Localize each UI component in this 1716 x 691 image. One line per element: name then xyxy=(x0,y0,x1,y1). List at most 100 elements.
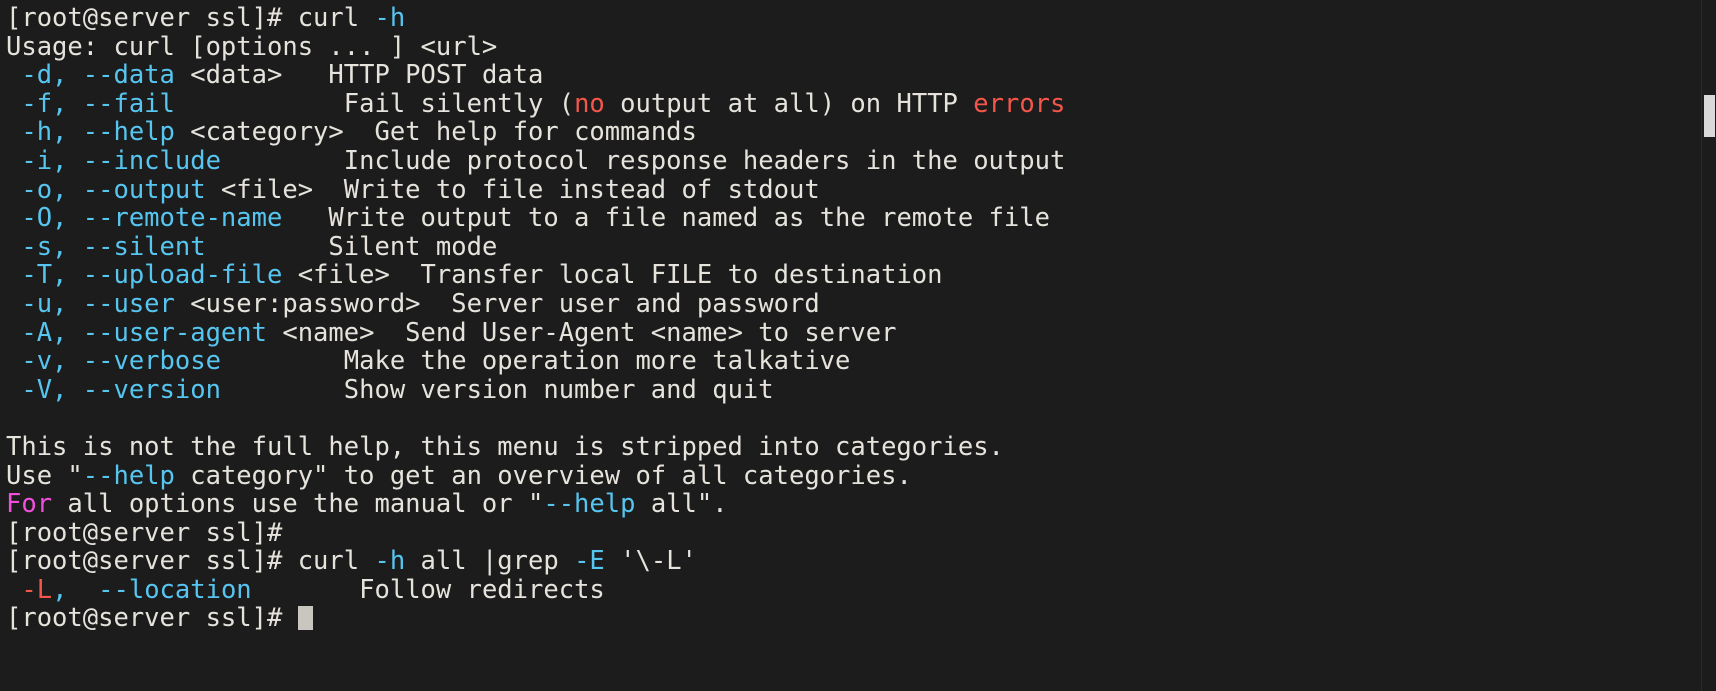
terminal-window[interactable]: [root@server ssl]# curl -h Usage: curl [… xyxy=(0,0,1716,691)
terminal-line-option-include: -i, --include Include protocol response … xyxy=(6,147,1716,176)
shell-prompt-2: [root@server ssl]# xyxy=(6,517,283,548)
note-use-b: category" to get an overview of all cate… xyxy=(174,460,912,491)
grep-pattern: '\-L' xyxy=(604,546,697,577)
desc-fail-a: Fail silently ( xyxy=(343,88,575,119)
terminal-line-option-help: -h, --help <category> Get help for comma… xyxy=(6,118,1716,147)
shell-prompt: [root@server ssl]# xyxy=(6,3,298,33)
terminal-line-option-data: -d, --data <data> HTTP POST data xyxy=(6,61,1716,90)
desc-output: Write to file instead of stdout xyxy=(343,174,820,205)
desc-fail-b: output at all) on HTTP xyxy=(604,88,974,119)
flag-h-2: -h xyxy=(374,546,406,577)
desc-include: Include protocol response headers in the… xyxy=(343,145,1066,176)
long-flag-fail: --fail xyxy=(82,88,175,119)
arg-file-upload: <file> xyxy=(282,260,421,291)
arg-category: <category> xyxy=(174,117,375,148)
terminal-line-option-remote-name: -O, --remote-name Write output to a file… xyxy=(6,204,1716,233)
terminal-line-option-user: -u, --user <user:password> Server user a… xyxy=(6,290,1716,319)
scrollbar-track[interactable] xyxy=(1701,0,1716,691)
note-for-b: all". xyxy=(635,489,728,520)
text-cursor xyxy=(297,606,313,631)
pad-fail xyxy=(175,89,344,119)
terminal-line-bare-prompt: [root@server ssl]# xyxy=(6,517,1716,548)
desc-user: Server user and password xyxy=(451,288,820,319)
short-flag-v: -v, xyxy=(6,346,83,377)
long-flag-silent: --silent xyxy=(82,231,206,262)
desc-silent: Silent mode xyxy=(328,231,498,262)
short-flag-o: -o, xyxy=(6,174,83,205)
terminal-line-command-curl-help: [root@server ssl]# curl -h xyxy=(6,4,1716,33)
desc-verbose: Make the operation more talkative xyxy=(343,346,851,377)
shell-prompt-3: [root@server ssl]# xyxy=(6,546,298,577)
arg-user-password: <user:password> xyxy=(174,288,452,319)
short-flag-A: -A, xyxy=(6,317,83,348)
short-flag-O: -O, xyxy=(6,203,83,234)
long-flag-user-agent: --user-agent xyxy=(82,317,267,348)
flag-h: -h xyxy=(374,3,406,33)
terminal-line-option-fail: -f, --fail Fail silently (no output at a… xyxy=(6,88,1716,119)
usage-text: Usage: curl [options ... ] <url> xyxy=(6,31,498,62)
highlight-errors: errors xyxy=(973,88,1066,119)
inline-flag-help-2: --help xyxy=(543,489,636,520)
short-flag-d: -d, xyxy=(6,60,83,91)
highlight-no: no xyxy=(574,88,605,119)
pad-include xyxy=(221,146,344,176)
indent-location xyxy=(6,575,21,605)
shell-prompt-4: [root@server ssl]# xyxy=(6,603,298,634)
desc-help: Get help for commands xyxy=(374,117,697,148)
short-flag-s: -s, xyxy=(6,231,83,262)
short-flag-u: -u, xyxy=(6,288,83,319)
long-flag-user: --user xyxy=(82,288,175,319)
pad-location xyxy=(252,575,359,605)
terminal-line-option-output: -o, --output <file> Write to file instea… xyxy=(6,174,1716,205)
long-flag-data: --data xyxy=(82,60,175,91)
terminal-line-option-verbose: -v, --verbose Make the operation more ta… xyxy=(6,347,1716,376)
terminal-line-note-use-help: Use "--help category" to get an overview… xyxy=(6,460,1716,491)
desc-user-agent: Send User-Agent <name> to server xyxy=(405,317,897,348)
terminal-line-usage: Usage: curl [options ... ] <url> xyxy=(6,31,1716,62)
arg-name: <name> xyxy=(267,317,406,348)
long-flag-verbose: --verbose xyxy=(82,346,221,377)
pad-remote-name xyxy=(282,203,328,233)
terminal-line-option-silent: -s, --silent Silent mode xyxy=(6,231,1716,262)
desc-remote-name: Write output to a file named as the remo… xyxy=(328,203,1050,234)
terminal-line-note-for-all: For all options use the manual or "--hel… xyxy=(6,490,1716,519)
arg-data: <data> xyxy=(174,60,329,91)
short-flag-V: -V, xyxy=(6,374,83,405)
terminal-line-option-user-agent: -A, --user-agent <name> Send User-Agent … xyxy=(6,317,1716,348)
terminal-line-option-upload-file: -T, --upload-file <file> Transfer local … xyxy=(6,261,1716,290)
short-flag-T: -T, xyxy=(6,260,83,291)
long-flag-output: --output xyxy=(82,174,206,205)
short-flag-i: -i, xyxy=(6,145,83,176)
highlight-for: For xyxy=(6,489,53,520)
scrollbar-top-cap xyxy=(1702,0,1716,2)
pad-version xyxy=(221,375,344,405)
comma-location: , xyxy=(52,574,99,605)
inline-flag-help-1: --help xyxy=(82,460,175,491)
scrollbar-thumb[interactable] xyxy=(1704,95,1715,137)
desc-upload-file: Transfer local FILE to destination xyxy=(420,260,943,291)
command-pipe-grep: all |grep xyxy=(405,546,575,577)
long-flag-location: --location xyxy=(98,574,252,605)
short-flag-f: -f, xyxy=(6,88,83,119)
arg-file-output: <file> xyxy=(205,174,344,205)
long-flag-upload-file: --upload-file xyxy=(82,260,283,291)
long-flag-version: --version xyxy=(82,374,221,405)
note-for-a: all options use the manual or " xyxy=(52,489,544,520)
desc-data: HTTP POST data xyxy=(328,60,544,91)
short-flag-L-match: -L xyxy=(21,574,53,605)
short-flag-h: -h, xyxy=(6,117,83,148)
pad-verbose xyxy=(221,346,344,376)
command-curl-2: curl xyxy=(297,546,375,577)
desc-location: Follow redirects xyxy=(359,574,605,605)
terminal-line-active-prompt[interactable]: [root@server ssl]# xyxy=(6,604,1716,633)
desc-version: Show version number and quit xyxy=(343,374,774,405)
long-flag-remote-name: --remote-name xyxy=(82,203,283,234)
pad-silent xyxy=(206,232,329,262)
terminal-line-command-grep: [root@server ssl]# curl -h all |grep -E … xyxy=(6,547,1716,576)
note-stripped-text: This is not the full help, this menu is … xyxy=(6,431,1004,462)
flag-E: -E xyxy=(574,546,605,577)
terminal-line-option-version: -V, --version Show version number and qu… xyxy=(6,374,1716,405)
terminal-line-note-stripped: This is not the full help, this menu is … xyxy=(6,433,1716,462)
long-flag-include: --include xyxy=(82,145,221,176)
